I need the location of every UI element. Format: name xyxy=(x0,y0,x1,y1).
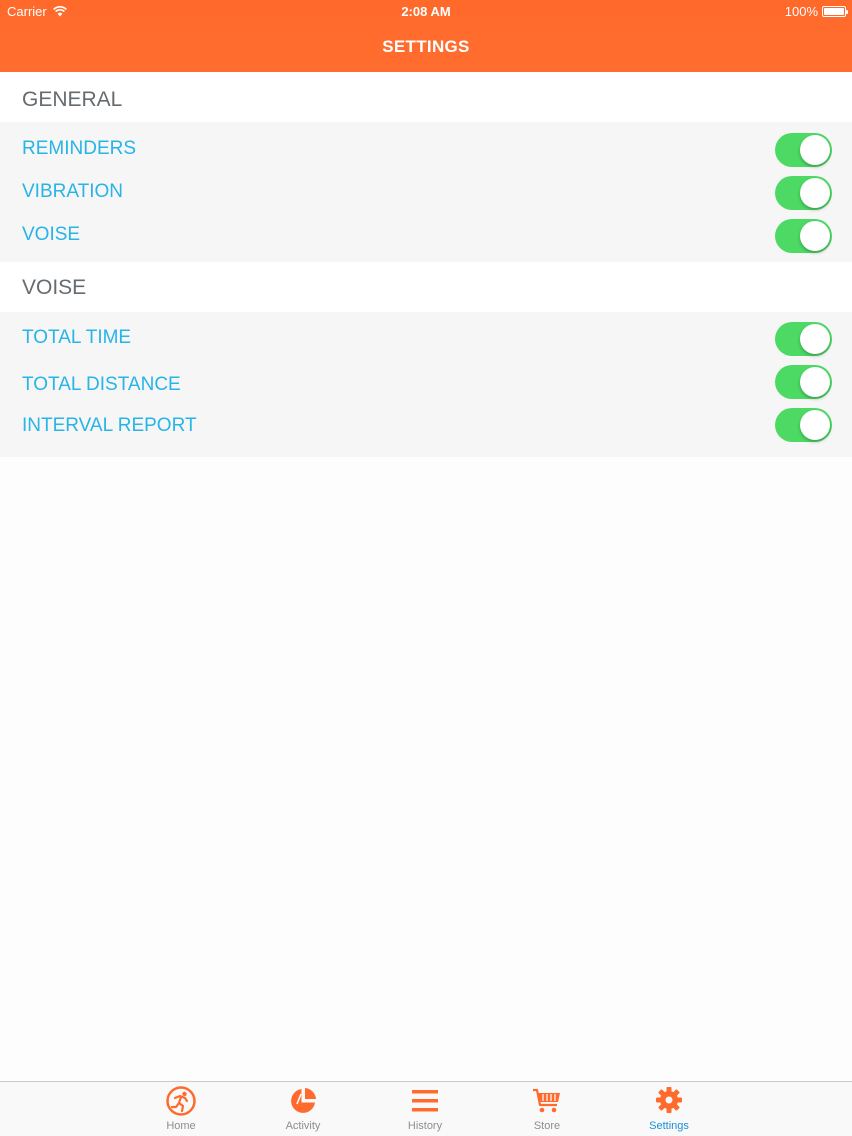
tab-label: Activity xyxy=(285,1120,321,1132)
navigation-header: Carrier 2:08 AM 100% SETTINGS xyxy=(0,0,852,72)
setting-row-total-time: TOTAL TIME xyxy=(0,319,852,359)
setting-label: VOISE xyxy=(22,224,81,245)
total-time-toggle[interactable] xyxy=(775,322,832,356)
status-bar: Carrier 2:08 AM 100% xyxy=(0,0,852,24)
tab-label: History xyxy=(407,1120,443,1132)
settings-group-general: REMINDERS VIBRATION VOISE xyxy=(0,122,852,262)
pie-chart-icon xyxy=(291,1088,316,1113)
tab-bar: Home Activity History Store Settings xyxy=(0,1081,852,1136)
status-time: 2:08 AM xyxy=(401,4,451,19)
setting-label: REMINDERS xyxy=(22,138,137,159)
setting-label: INTERVAL REPORT xyxy=(22,415,197,436)
settings-group-voise: TOTAL TIME TOTAL DISTANCE INTERVAL REPOR… xyxy=(0,312,852,457)
tab-settings[interactable]: Settings xyxy=(624,1082,714,1136)
section-header-general: GENERAL xyxy=(0,72,852,122)
setting-row-total-distance: TOTAL DISTANCE xyxy=(0,362,852,402)
tab-label: Home xyxy=(166,1120,196,1132)
setting-row-reminders: REMINDERS xyxy=(0,130,852,170)
section-header-voise: VOISE xyxy=(0,262,852,312)
setting-label: TOTAL TIME xyxy=(22,327,132,348)
cart-icon xyxy=(533,1088,560,1113)
setting-row-voise: VOISE xyxy=(0,216,852,256)
section-title: VOISE xyxy=(22,276,87,299)
setting-label: TOTAL DISTANCE xyxy=(22,374,181,395)
tab-store[interactable]: Store xyxy=(502,1082,592,1136)
voise-toggle[interactable] xyxy=(775,219,832,253)
runner-icon xyxy=(166,1086,196,1116)
tab-home[interactable]: Home xyxy=(136,1082,226,1136)
tab-label: Store xyxy=(533,1120,561,1132)
list-icon xyxy=(412,1090,438,1112)
battery-icon xyxy=(822,6,848,17)
gear-icon xyxy=(656,1087,682,1113)
vibration-toggle[interactable] xyxy=(775,176,832,210)
setting-label: VIBRATION xyxy=(22,181,123,202)
section-title: GENERAL xyxy=(22,88,123,111)
page-title: SETTINGS xyxy=(382,37,470,56)
tab-history[interactable]: History xyxy=(380,1082,470,1136)
reminders-toggle[interactable] xyxy=(775,133,832,167)
interval-report-toggle[interactable] xyxy=(775,408,832,442)
total-distance-toggle[interactable] xyxy=(775,365,832,399)
battery-percent: 100% xyxy=(784,4,818,19)
setting-row-interval-report: INTERVAL REPORT xyxy=(0,405,852,445)
tab-activity[interactable]: Activity xyxy=(258,1082,348,1136)
battery-status: 100% xyxy=(784,4,848,19)
setting-row-vibration: VIBRATION xyxy=(0,173,852,213)
tab-label: Settings xyxy=(649,1120,689,1132)
